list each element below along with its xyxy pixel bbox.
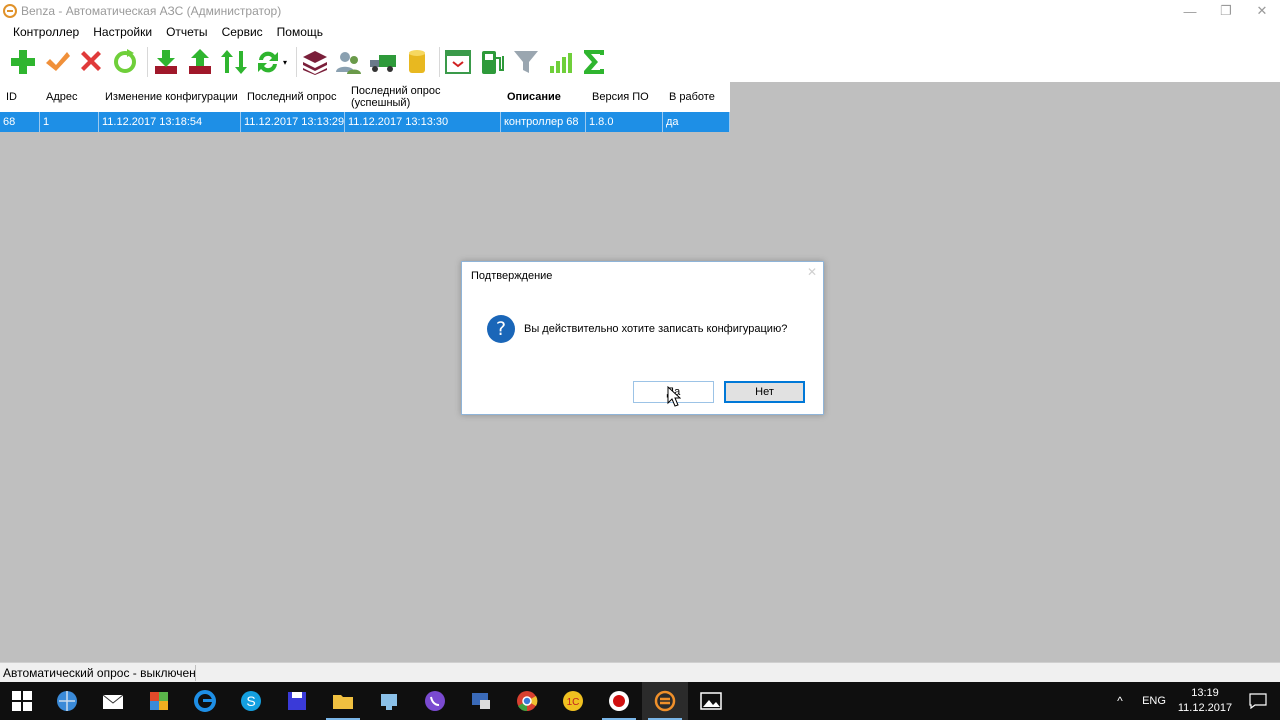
col-header-last-poll[interactable]: Последний опрос (241, 82, 345, 112)
dialog-close-icon[interactable]: ✕ (807, 265, 817, 279)
taskbar-app-icon[interactable] (136, 682, 182, 720)
refresh-icon[interactable] (110, 46, 140, 78)
col-header-id[interactable]: ID (0, 82, 40, 112)
delete-icon[interactable] (76, 46, 106, 78)
mouse-cursor-icon (667, 386, 681, 407)
title-bar: Benza - Автоматическая АЗС (Администрато… (0, 0, 1280, 22)
table-row[interactable]: 68 1 11.12.2017 13:18:54 11.12.2017 13:1… (0, 112, 730, 132)
taskbar-remote-desktop-icon[interactable] (458, 682, 504, 720)
cycle-icon[interactable] (253, 46, 283, 78)
taskbar-benza-icon[interactable] (642, 682, 688, 720)
add-icon[interactable] (8, 46, 38, 78)
no-button[interactable]: Нет (724, 381, 805, 403)
question-icon: ? (487, 315, 515, 343)
restore-button[interactable]: ❐ (1208, 0, 1244, 22)
close-button[interactable]: ✕ (1244, 0, 1280, 22)
controllers-grid: ID Адрес Изменение конфигурации Последни… (0, 82, 730, 132)
tank-icon[interactable] (402, 46, 432, 78)
language-indicator[interactable]: ENG (1134, 695, 1174, 707)
status-bar: Автоматический опрос - выключен (0, 662, 1280, 682)
signal-icon[interactable] (545, 46, 575, 78)
menu-settings[interactable]: Настройки (86, 25, 159, 39)
taskbar-explorer-icon[interactable] (320, 682, 366, 720)
users-icon[interactable] (334, 46, 364, 78)
clock[interactable]: 13:19 11.12.2017 (1174, 686, 1236, 716)
taskbar: S 1C ^ ENG 13:19 11.12.2017 (0, 682, 1280, 720)
taskbar-chrome-icon[interactable] (504, 682, 550, 720)
taskbar-network-icon[interactable] (366, 682, 412, 720)
taskbar-1c-icon[interactable]: 1C (550, 682, 596, 720)
taskbar-viber-icon[interactable] (412, 682, 458, 720)
toolbar-separator (439, 47, 440, 77)
check-icon[interactable] (42, 46, 72, 78)
col-header-config-change[interactable]: Изменение конфигурации (99, 82, 241, 112)
menu-help[interactable]: Помощь (270, 25, 330, 39)
status-text: Автоматический опрос - выключен (3, 666, 196, 680)
cell-id: 68 (0, 112, 40, 132)
col-header-description[interactable]: Описание (501, 82, 586, 112)
upload-icon[interactable] (185, 46, 215, 78)
system-tray: ^ ENG 13:19 11.12.2017 (1106, 682, 1280, 720)
col-header-in-work[interactable]: В работе (663, 82, 730, 112)
cycle-dropdown-chevron-icon[interactable]: ▾ (283, 58, 289, 67)
sync-arrows-icon[interactable] (219, 46, 249, 78)
toolbar-separator (147, 47, 148, 77)
col-header-last-poll-ok[interactable]: Последний опрос (успешный) (345, 82, 501, 112)
cell-last-poll-ok: 11.12.2017 13:13:30 (345, 112, 501, 132)
svg-text:S: S (246, 693, 255, 709)
cell-description: контроллер 68 (501, 112, 586, 132)
confirm-dialog: Подтверждение ✕ ? Вы действительно хотит… (461, 261, 824, 415)
filter-icon[interactable] (511, 46, 541, 78)
col-header-version[interactable]: Версия ПО (586, 82, 663, 112)
toolbar-separator (296, 47, 297, 77)
status-separator (195, 665, 196, 681)
menu-reports[interactable]: Отчеты (159, 25, 214, 39)
taskbar-record-icon[interactable] (596, 682, 642, 720)
menu-bar: Контроллер Настройки Отчеты Сервис Помощ… (0, 22, 1280, 42)
taskbar-skype-icon[interactable]: S (228, 682, 274, 720)
clock-time: 13:19 (1191, 687, 1219, 699)
fuel-pump-icon[interactable] (477, 46, 507, 78)
tray-chevron-up-icon[interactable]: ^ (1106, 694, 1134, 708)
layers-icon[interactable] (300, 46, 330, 78)
taskbar-edge-icon[interactable] (182, 682, 228, 720)
svg-text:1C: 1C (567, 697, 580, 708)
menu-service[interactable]: Сервис (215, 25, 270, 39)
taskbar-mail-icon[interactable] (90, 682, 136, 720)
windows-start-icon[interactable] (0, 682, 44, 720)
download-icon[interactable] (151, 46, 181, 78)
cell-in-work: да (663, 112, 730, 132)
menu-controller[interactable]: Контроллер (6, 25, 86, 39)
taskbar-save-icon[interactable] (274, 682, 320, 720)
col-header-address[interactable]: Адрес (40, 82, 99, 112)
clock-date: 11.12.2017 (1177, 702, 1233, 714)
window-controls: — ❐ ✕ (1172, 0, 1280, 22)
grid-header: ID Адрес Изменение конфигурации Последни… (0, 82, 730, 112)
cell-address: 1 (40, 112, 99, 132)
window-title: Benza - Автоматическая АЗС (Администрато… (21, 4, 282, 18)
dialog-message: Вы действительно хотите записать конфигу… (524, 323, 788, 335)
cell-config-change: 11.12.2017 13:18:54 (99, 112, 241, 132)
toolbar: ▾ (0, 42, 1280, 82)
calendar-icon[interactable] (443, 46, 473, 78)
benza-app-icon (3, 4, 17, 18)
notifications-icon[interactable] (1236, 693, 1280, 709)
taskbar-photos-icon[interactable] (688, 682, 734, 720)
dialog-title: Подтверждение (471, 270, 553, 282)
truck-icon[interactable] (368, 46, 398, 78)
sum-icon[interactable] (579, 46, 609, 78)
cell-last-poll: 11.12.2017 13:13:29 (241, 112, 345, 132)
taskbar-globe-icon[interactable] (44, 682, 90, 720)
cell-version: 1.8.0 (586, 112, 663, 132)
minimize-button[interactable]: — (1172, 0, 1208, 22)
